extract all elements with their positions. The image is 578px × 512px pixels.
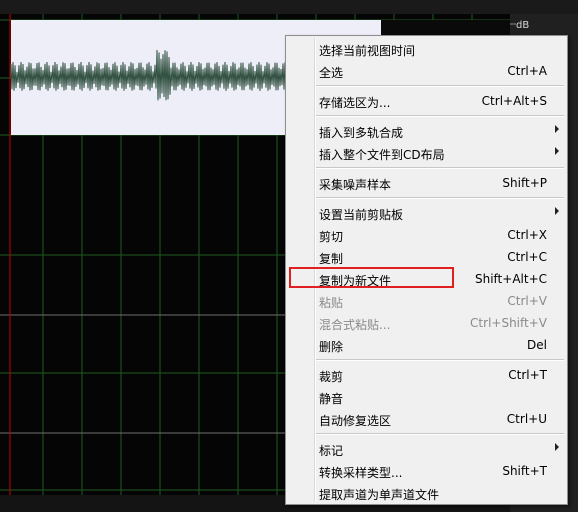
menu-item-shortcut: Ctrl+X <box>507 228 547 242</box>
menu-item-shortcut: Ctrl+A <box>507 64 547 78</box>
submenu-arrow-icon <box>555 125 559 133</box>
time-ruler <box>0 0 578 14</box>
menu-item-auto-heal-selection[interactable]: 自动修复选区 Ctrl+U <box>288 408 565 430</box>
menu-item-delete[interactable]: 删除 Del <box>288 334 565 356</box>
menu-item-label: 选择当前视图时间 <box>319 44 416 58</box>
menu-item-label: 混合式粘贴... <box>319 318 391 332</box>
menu-item-label: 插入到多轨合成 <box>319 126 404 140</box>
menu-item-shortcut: Ctrl+Shift+V <box>470 316 547 330</box>
menu-item-shortcut: Ctrl+V <box>507 294 547 308</box>
menu-item-label: 自动修复选区 <box>319 414 392 428</box>
menu-item-convert-sample-type[interactable]: 转换采样类型... Shift+T <box>288 460 565 482</box>
menu-separator <box>316 115 564 117</box>
menu-item-crop[interactable]: 裁剪 Ctrl+T <box>288 364 565 386</box>
menu-item-cut[interactable]: 剪切 Ctrl+X <box>288 224 565 246</box>
submenu-arrow-icon <box>555 147 559 155</box>
menu-item-copy[interactable]: 复制 Ctrl+C <box>288 246 565 268</box>
menu-separator <box>316 85 564 87</box>
highlight-box <box>289 267 454 288</box>
menu-item-shortcut: Ctrl+Alt+S <box>481 94 547 108</box>
menu-item-label: 插入整个文件到CD布局 <box>319 148 445 162</box>
submenu-arrow-icon <box>555 207 559 215</box>
menu-item-save-selection-as[interactable]: 存储选区为... Ctrl+Alt+S <box>288 90 565 112</box>
menu-item-extract-channels-to-mono[interactable]: 提取声道为单声道文件 <box>288 482 565 504</box>
menu-item-label: 复制 <box>319 252 344 266</box>
menu-item-label: 转换采样类型... <box>319 466 403 480</box>
menu-item-shortcut: Shift+T <box>502 464 547 478</box>
menu-item-insert-into-multitrack[interactable]: 插入到多轨合成 <box>288 120 565 142</box>
db-scale-label: dB <box>516 20 530 31</box>
menu-item-label: 粘贴 <box>319 296 344 310</box>
menu-item-mix-paste[interactable]: 混合式粘贴... Ctrl+Shift+V <box>288 312 565 334</box>
menu-item-label: 标记 <box>319 444 344 458</box>
menu-item-insert-file-into-cd[interactable]: 插入整个文件到CD布局 <box>288 142 565 164</box>
menu-item-label: 删除 <box>319 340 344 354</box>
menu-item-shortcut: Shift+Alt+C <box>474 272 547 286</box>
menu-item-shortcut: Ctrl+T <box>508 368 547 382</box>
menu-item-label: 设置当前剪贴板 <box>319 208 404 222</box>
menu-item-paste[interactable]: 粘贴 Ctrl+V <box>288 290 565 312</box>
menu-item-label: 提取声道为单声道文件 <box>319 488 440 502</box>
menu-item-select-all[interactable]: 全选 Ctrl+A <box>288 60 565 82</box>
menu-item-set-current-clipboard[interactable]: 设置当前剪贴板 <box>288 202 565 224</box>
menu-item-shortcut: Del <box>527 338 547 352</box>
menu-separator <box>316 359 564 361</box>
menu-separator <box>316 167 564 169</box>
menu-item-markers[interactable]: 标记 <box>288 438 565 460</box>
menu-item-label: 剪切 <box>319 230 344 244</box>
menu-item-label: 裁剪 <box>319 370 344 384</box>
menu-item-mute[interactable]: 静音 <box>288 386 565 408</box>
submenu-arrow-icon <box>555 443 559 451</box>
menu-item-shortcut: Ctrl+U <box>506 412 547 426</box>
menu-item-shortcut: Ctrl+C <box>507 250 547 264</box>
menu-item-shortcut: Shift+P <box>502 176 547 190</box>
menu-separator <box>316 433 564 435</box>
menu-item-label: 存储选区为... <box>319 96 391 110</box>
menu-item-capture-noise-print[interactable]: 采集噪声样本 Shift+P <box>288 172 565 194</box>
menu-item-label: 采集噪声样本 <box>319 178 392 192</box>
menu-item-label: 全选 <box>319 66 344 80</box>
menu-separator <box>316 197 564 199</box>
menu-item-select-view-time[interactable]: 选择当前视图时间 <box>288 38 565 60</box>
menu-item-label: 静音 <box>319 392 344 406</box>
